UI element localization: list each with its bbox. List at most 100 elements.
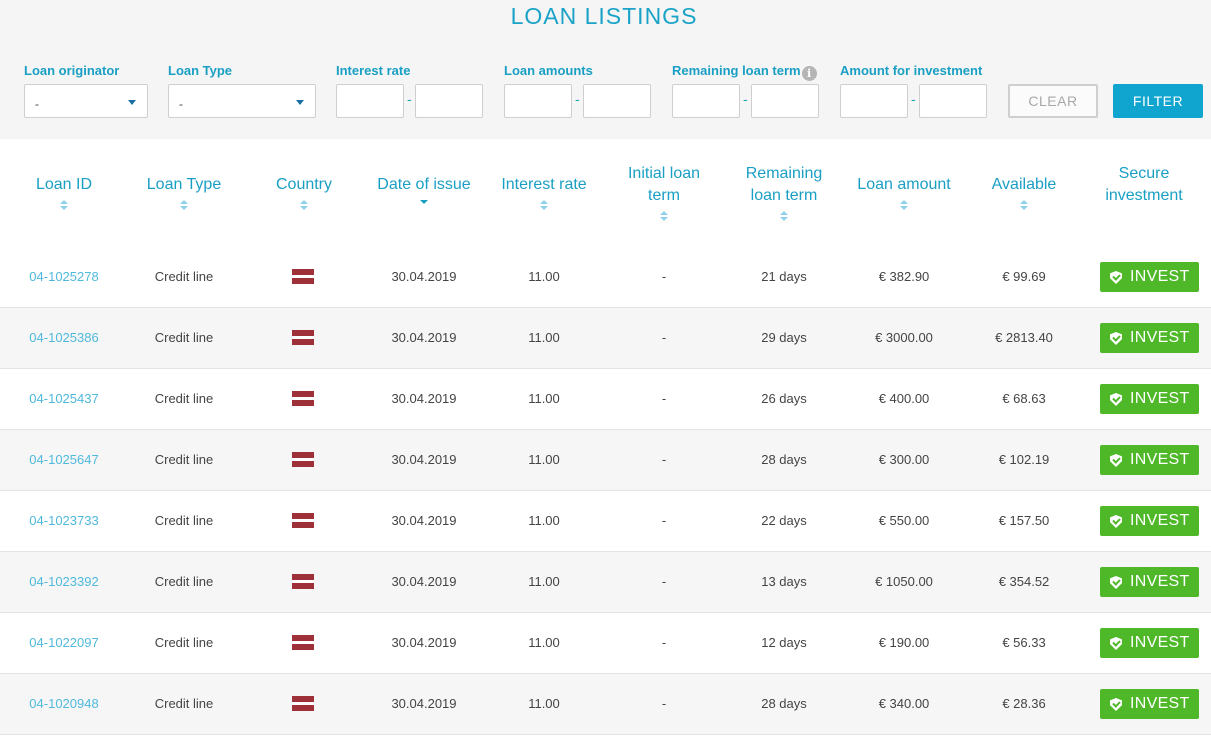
column-header-loan-amount[interactable]: Loan amount [844,174,964,211]
loan-amounts-max-input[interactable] [583,84,651,118]
column-header-label: investment [1105,187,1183,204]
interest-rate-cell: 11.00 [528,269,560,284]
invest-label: INVEST [1130,451,1190,468]
loan-type-cell: Credit line [154,269,214,284]
amount-for-investment-label: Amount for investment [840,63,983,78]
loan-id-link[interactable]: 04-1025647 [4,430,124,490]
amount-for-investment-min-input[interactable] [840,84,908,118]
loan-type-cell: Credit line [154,574,214,589]
interest-rate-cell: 11.00 [528,574,560,589]
latvia-flag-icon [292,513,314,528]
initial-term-cell: - [661,696,667,711]
loan-amounts-min-input[interactable] [504,84,572,118]
remaining-term-cell: 26 days [761,391,807,406]
table-row: 04-1025386 Credit line 30.04.2019 11.00 … [0,308,1211,369]
remaining-term-cell: 28 days [761,696,807,711]
column-header-label: Country [275,176,333,193]
loan-amount-cell: € 382.90 [878,269,930,284]
loan-amount-cell: € 400.00 [878,391,930,406]
column-header-country[interactable]: Country [244,174,364,211]
loan-originator-select[interactable]: - [24,84,148,118]
shield-check-icon [1110,698,1122,711]
invest-button[interactable]: INVEST [1100,384,1199,414]
loan-amount-cell: € 550.00 [878,513,930,528]
latvia-flag-icon [292,635,314,650]
loan-type-cell: Credit line [154,513,214,528]
filter-button[interactable]: FILTER [1113,84,1203,118]
column-header-label: Loan Type [146,176,222,193]
loan-originator-label: Loan originator [24,63,120,78]
loan-type-select[interactable]: - [168,84,316,118]
loan-id-link[interactable]: 04-1025386 [4,308,124,368]
date-cell: 30.04.2019 [391,635,457,650]
loan-id-link[interactable]: 04-1023733 [4,491,124,551]
latvia-flag-icon [292,391,314,406]
invest-button[interactable]: INVEST [1100,567,1199,597]
available-cell: € 28.36 [1002,696,1046,711]
initial-term-cell: - [661,391,667,406]
date-cell: 30.04.2019 [391,330,457,345]
remaining-term-max-input[interactable] [751,84,819,118]
invest-button[interactable]: INVEST [1100,445,1199,475]
loan-type-cell: Credit line [154,391,214,406]
loan-id-link[interactable]: 04-1022097 [4,613,124,673]
caret-down-icon [128,100,136,105]
column-header-loan-id[interactable]: Loan ID [4,174,124,211]
sort-icon [780,211,788,222]
invest-button[interactable]: INVEST [1100,628,1199,658]
interest-rate-max-input[interactable] [415,84,483,118]
column-header-remaining-loan-term[interactable]: Remaining loan term [724,163,844,222]
sort-icon [180,200,188,211]
initial-term-cell: - [661,330,667,345]
loan-type-cell: Credit line [154,635,214,650]
remaining-term-label-text: Remaining loan term [672,63,801,78]
table-row: 04-1022097 Credit line 30.04.2019 11.00 … [0,613,1211,674]
table-row: 04-1023733 Credit line 30.04.2019 11.00 … [0,491,1211,552]
loan-type-value: - [179,97,183,111]
column-header-secure-investment: Secure investment [1084,163,1204,207]
remaining-term-cell: 13 days [761,574,807,589]
loan-amount-cell: € 340.00 [878,696,930,711]
amount-for-investment-max-input[interactable] [919,84,987,118]
latvia-flag-icon [292,269,314,284]
loan-originator-value: - [35,97,39,111]
remaining-term-min-input[interactable] [672,84,740,118]
available-cell: € 102.19 [998,452,1050,467]
interest-rate-label: Interest rate [336,63,411,78]
sort-icon [60,200,68,211]
loan-id-link[interactable]: 04-1025278 [4,247,124,307]
remaining-term-cell: 29 days [761,330,807,345]
loan-amount-cell: € 190.00 [878,635,930,650]
column-header-date-of-issue[interactable]: Date of issue [364,174,484,211]
loan-amount-cell: € 3000.00 [875,330,933,345]
interest-rate-min-input[interactable] [336,84,404,118]
loan-type-cell: Credit line [154,330,214,345]
clear-button[interactable]: CLEAR [1008,84,1098,118]
loan-id-link[interactable]: 04-1025437 [4,369,124,429]
interest-rate-cell: 11.00 [528,452,560,467]
invest-button[interactable]: INVEST [1100,323,1199,353]
shield-check-icon [1110,332,1122,345]
date-cell: 30.04.2019 [391,696,457,711]
invest-button[interactable]: INVEST [1100,506,1199,536]
invest-button[interactable]: INVEST [1100,689,1199,719]
column-header-initial-loan-term[interactable]: Initial loan term [604,163,724,222]
invest-button[interactable]: INVEST [1100,262,1199,292]
loan-id-link[interactable]: 04-1023392 [4,552,124,612]
date-cell: 30.04.2019 [391,269,457,284]
column-header-label: Available [991,176,1057,193]
available-cell: € 354.52 [998,574,1050,589]
table-row: 04-1025647 Credit line 30.04.2019 11.00 … [0,430,1211,491]
info-icon[interactable]: i [801,66,817,81]
latvia-flag-icon [292,330,314,345]
interest-rate-cell: 11.00 [528,513,560,528]
column-header-loan-type[interactable]: Loan Type [124,174,244,211]
filter-panel: LOAN LISTINGS Loan originator - Loan Typ… [0,0,1211,139]
column-header-available[interactable]: Available [964,174,1084,211]
loan-id-link[interactable]: 04-1020948 [4,674,124,734]
loan-amounts-label: Loan amounts [504,63,593,78]
date-cell: 30.04.2019 [391,574,457,589]
loan-type-cell: Credit line [154,696,214,711]
column-header-interest-rate[interactable]: Interest rate [484,174,604,211]
remaining-term-cell: 28 days [761,452,807,467]
